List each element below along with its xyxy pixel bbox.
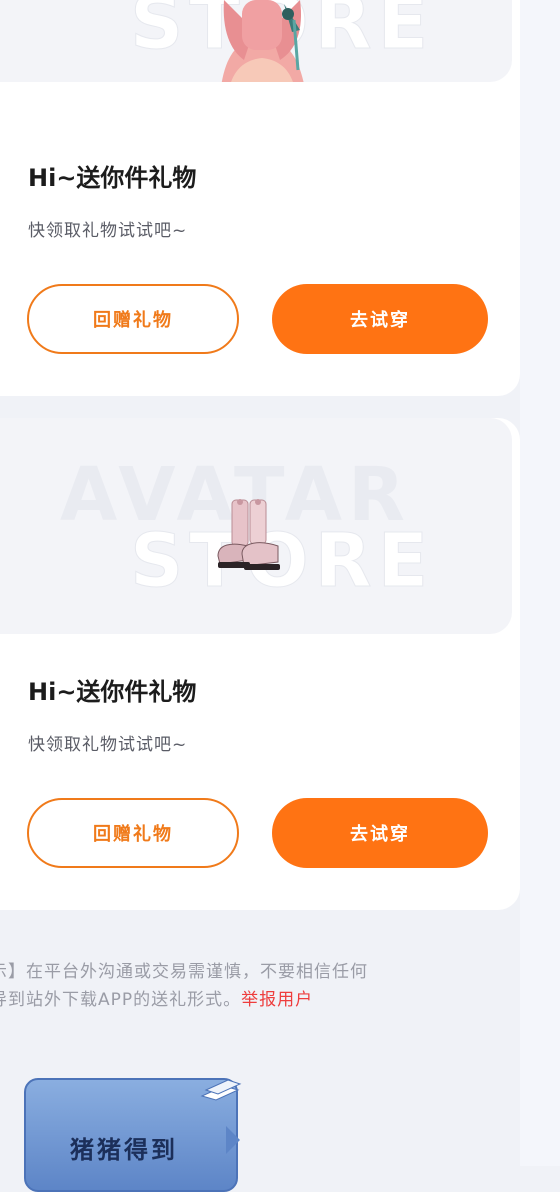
notice-line-1: 示】在平台外沟通或交易需谨慎，不要相信任何 xyxy=(0,962,368,982)
badge-arrow-icon xyxy=(226,1126,240,1154)
return-gift-button[interactable]: 回赠礼物 xyxy=(27,284,239,354)
safety-notice: 示】在平台外沟通或交易需谨慎，不要相信任何 导到站外下载APP的送礼形式。举报用… xyxy=(0,958,510,1014)
gift-card-title: Hi~送你件礼物 xyxy=(28,164,197,192)
try-on-button[interactable]: 去试穿 xyxy=(272,798,488,868)
gift-card-subtitle: 快领取礼物试试吧~ xyxy=(28,221,188,241)
report-user-link[interactable]: 举报用户 xyxy=(241,990,313,1010)
gift-card-2: AVATAR STORE Hi~送你件礼物 快领取礼物试试吧~ 回赠礼物 去试穿 xyxy=(0,418,520,910)
right-background-strip xyxy=(520,0,560,1166)
gift-card-1: STORE Hi~送你件礼物 快领取礼物试试吧~ 回赠礼物 去试穿 xyxy=(0,0,520,396)
hair-accessory-avatar-icon xyxy=(221,0,304,82)
gift-preview-1: STORE xyxy=(0,0,512,82)
ticket-stack-icon xyxy=(200,1080,242,1101)
notice-line-2: 导到站外下载APP的送礼形式。举报用户 xyxy=(0,986,510,1014)
try-on-button[interactable]: 去试穿 xyxy=(272,284,488,354)
notice-line-2-text: 导到站外下载APP的送礼形式。 xyxy=(0,990,242,1010)
boots-icon xyxy=(217,499,280,570)
return-gift-button[interactable]: 回赠礼物 xyxy=(27,798,239,868)
gift-preview-2: AVATAR STORE xyxy=(0,418,512,634)
gift-card-title: Hi~送你件礼物 xyxy=(28,678,197,706)
gift-card-subtitle: 快领取礼物试试吧~ xyxy=(28,735,188,755)
badge-text: 猪猪得到 xyxy=(70,1136,178,1164)
